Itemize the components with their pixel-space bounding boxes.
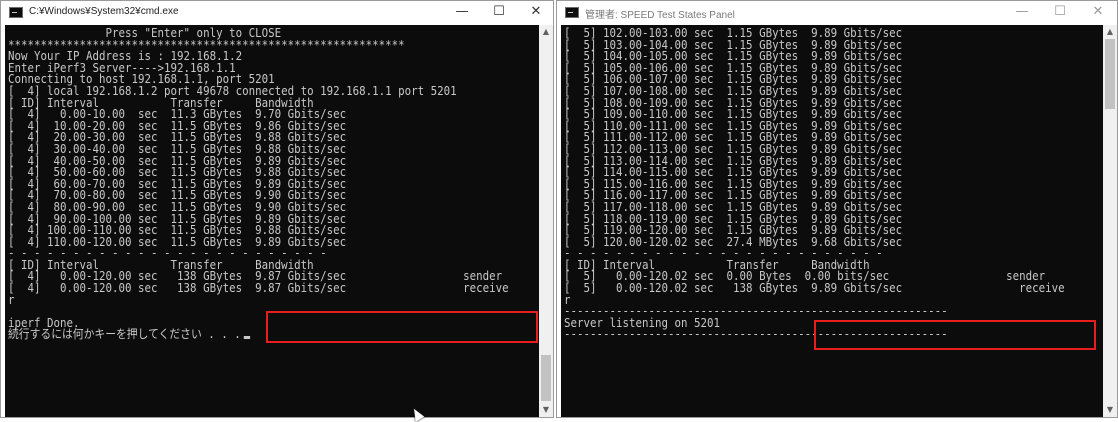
close-button-right[interactable]: ✕ xyxy=(1077,1,1117,25)
console-line: 続行するには何かキーを押してください . . . xyxy=(8,327,509,342)
window-title-left: C:¥Windows¥System32¥cmd.exe xyxy=(29,6,179,17)
console-line: [ 4] 0.00-120.00 sec 138 GBytes 9.87 Gbi… xyxy=(8,281,509,296)
console-line-text: r xyxy=(8,292,15,307)
minimize-button-right[interactable]: — xyxy=(1001,1,1043,25)
console-line: [ 5] 0.00-120.02 sec 138 GBytes 9.89 Gbi… xyxy=(564,281,1065,296)
scroll-down-arrow-icon[interactable]: ▼ xyxy=(1103,403,1117,417)
scroll-down-arrow-icon[interactable]: ▼ xyxy=(539,403,553,417)
window-title-right: 管理者: SPEED Test States Panel xyxy=(585,10,735,21)
close-button-left[interactable]: ✕ xyxy=(515,1,553,25)
console-line-text: 続行するには何かキーを押してください . . . xyxy=(8,327,241,342)
console-output-right: [ 5] 102.00-103.00 sec 1.15 GBytes 9.89 … xyxy=(564,27,1103,342)
console-line-text: [ 5] 0.00-120.02 sec 138 GBytes 9.89 Gbi… xyxy=(564,281,1065,296)
console-line: ----------------------------------------… xyxy=(564,327,1065,342)
cmd-window-left[interactable]: C:¥Windows¥System32¥cmd.exe — ☐ ✕ Press … xyxy=(0,0,554,418)
console-line-text: [ 4] 0.00-120.00 sec 138 GBytes 9.87 Gbi… xyxy=(8,281,509,296)
console-line: r xyxy=(8,292,509,307)
console-area-left[interactable]: Press "Enter" only to CLOSE *************… xyxy=(5,25,539,417)
scroll-up-arrow-icon[interactable]: ▲ xyxy=(1103,25,1117,39)
maximize-button-left[interactable]: ☐ xyxy=(478,1,520,25)
maximize-button-right[interactable]: ☐ xyxy=(1039,1,1081,25)
scroll-up-arrow-icon[interactable]: ▲ xyxy=(539,25,553,39)
console-area-right[interactable]: [ 5] 102.00-103.00 sec 1.15 GBytes 9.89 … xyxy=(561,25,1103,417)
scrollbar-left[interactable]: ▲ ▼ xyxy=(539,25,553,417)
title-bar-left[interactable]: C:¥Windows¥System32¥cmd.exe — ☐ ✕ xyxy=(1,1,553,25)
scrollbar-right[interactable]: ▲ ▼ xyxy=(1103,25,1117,417)
cmd-window-right[interactable]: 管理者: SPEED Test States Panel — ☐ ✕ [ 5] … xyxy=(556,0,1118,418)
minimize-button-left[interactable]: — xyxy=(441,1,483,25)
scroll-thumb-left[interactable] xyxy=(541,355,551,401)
cmd-icon xyxy=(565,7,579,18)
title-bar-right[interactable]: 管理者: SPEED Test States Panel — ☐ ✕ xyxy=(557,1,1117,25)
console-line-text: ----------------------------------------… xyxy=(564,327,948,342)
text-cursor-icon xyxy=(243,336,250,340)
scroll-thumb-right[interactable] xyxy=(1105,39,1115,109)
console-output-left: Press "Enter" only to CLOSE *************… xyxy=(8,27,539,342)
cmd-icon xyxy=(9,7,23,18)
